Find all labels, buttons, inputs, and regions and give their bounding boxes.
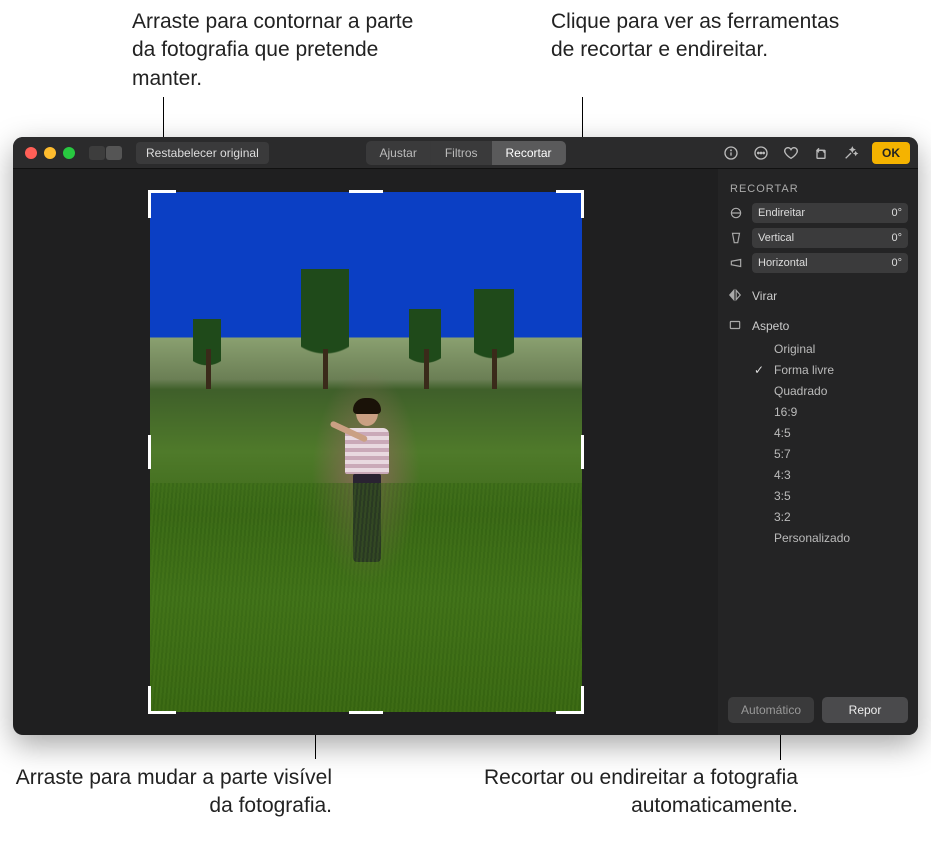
- aspect-freeform[interactable]: ✓Forma livre: [754, 363, 908, 377]
- tab-filters[interactable]: Filtros: [431, 141, 492, 165]
- aspect-text: 16:9: [774, 405, 797, 419]
- aspect-text: 3:5: [774, 489, 791, 503]
- straighten-slider[interactable]: Endireitar 0°: [728, 203, 908, 223]
- flip-icon: [728, 288, 744, 304]
- slider-value: 0°: [891, 257, 902, 269]
- aspect-text: Quadrado: [774, 384, 827, 398]
- photo-detail: [150, 483, 582, 712]
- aspect-text: Original: [774, 342, 815, 356]
- aspect-16-9[interactable]: ✓16:9: [754, 405, 908, 419]
- crop-panel: RECORTAR Endireitar 0° Vertical 0° Horizon…: [718, 169, 918, 735]
- auto-enhance-icon[interactable]: [842, 144, 860, 162]
- aspect-4-3[interactable]: ✓4:3: [754, 468, 908, 482]
- rotate-icon[interactable]: [812, 144, 830, 162]
- aspect-text: 4:3: [774, 468, 791, 482]
- aspect-3-2[interactable]: ✓3:2: [754, 510, 908, 524]
- photo-detail: [193, 319, 221, 379]
- aspect-4-5[interactable]: ✓4:5: [754, 426, 908, 440]
- callout-top-left: Arraste para contornar a parte da fotogr…: [132, 8, 432, 93]
- app-window: Restabelecer original Ajustar Filtros Re…: [13, 137, 918, 735]
- close-icon[interactable]: [25, 147, 37, 159]
- vertical-slider[interactable]: Vertical 0°: [728, 228, 908, 248]
- photo-detail: [474, 289, 514, 379]
- slider-label: Horizontal: [758, 257, 808, 269]
- reset-crop-button[interactable]: Repor: [822, 697, 908, 723]
- info-icon[interactable]: [722, 144, 740, 162]
- crop-handle-tr[interactable]: [556, 190, 584, 218]
- callout-bottom-right: Recortar ou endireitar a fotografia auto…: [378, 764, 798, 821]
- crop-handle-left[interactable]: [148, 435, 151, 469]
- aspect-header: Aspeto: [728, 318, 908, 334]
- auto-crop-button[interactable]: Automático: [728, 697, 814, 723]
- revert-to-original-button[interactable]: Restabelecer original: [136, 142, 269, 164]
- straighten-icon: [728, 205, 744, 221]
- minimize-icon[interactable]: [44, 147, 56, 159]
- aspect-text: 4:5: [774, 426, 791, 440]
- edit-mode-tabs: Ajustar Filtros Recortar: [365, 141, 565, 165]
- callout-top-right: Clique para ver as ferramentas de recort…: [551, 8, 851, 65]
- aspect-text: 5:7: [774, 447, 791, 461]
- crop-handle-right[interactable]: [581, 435, 584, 469]
- aspect-text: Forma livre: [774, 363, 834, 377]
- photo-preview[interactable]: [150, 192, 582, 712]
- callout-bottom-left: Arraste para mudar a parte visível da fo…: [12, 764, 332, 821]
- panel-title: RECORTAR: [730, 183, 908, 195]
- window-controls: [25, 147, 75, 159]
- horizontal-perspective-icon: [728, 255, 744, 271]
- aspect-label: Aspeto: [752, 319, 789, 333]
- aspect-5-7[interactable]: ✓5:7: [754, 447, 908, 461]
- slider-value: 0°: [891, 207, 902, 219]
- flip-button[interactable]: Virar: [728, 288, 908, 304]
- aspect-list: ✓Original ✓Forma livre ✓Quadrado ✓16:9 ✓…: [754, 342, 908, 545]
- titlebar-right-icons: OK: [722, 142, 910, 164]
- crop-handle-top[interactable]: [349, 190, 383, 193]
- slider-label: Vertical: [758, 232, 794, 244]
- crop-handle-br[interactable]: [556, 686, 584, 714]
- more-icon[interactable]: [752, 144, 770, 162]
- aspect-3-5[interactable]: ✓3:5: [754, 489, 908, 503]
- canvas-area: [13, 169, 718, 735]
- done-button[interactable]: OK: [872, 142, 910, 164]
- crop-handle-bl[interactable]: [148, 686, 176, 714]
- aspect-original[interactable]: ✓Original: [754, 342, 908, 356]
- flip-label: Virar: [752, 289, 777, 303]
- aspect-square[interactable]: ✓Quadrado: [754, 384, 908, 398]
- aspect-text: Personalizado: [774, 531, 850, 545]
- slider-label: Endireitar: [758, 207, 805, 219]
- panel-footer: Automático Repor: [728, 697, 908, 723]
- tab-adjust[interactable]: Ajustar: [365, 141, 430, 165]
- photo-detail: [409, 309, 441, 379]
- crop-handle-bottom[interactable]: [349, 711, 383, 714]
- tab-crop[interactable]: Recortar: [492, 141, 566, 165]
- aspect-text: 3:2: [774, 510, 791, 524]
- crop-frame[interactable]: [150, 192, 582, 712]
- vertical-perspective-icon: [728, 230, 744, 246]
- slider-value: 0°: [891, 232, 902, 244]
- fullscreen-icon[interactable]: [63, 147, 75, 159]
- photo-detail: [301, 269, 349, 379]
- titlebar: Restabelecer original Ajustar Filtros Re…: [13, 137, 918, 169]
- aspect-icon: [728, 318, 744, 334]
- horizontal-slider[interactable]: Horizontal 0°: [728, 253, 908, 273]
- crop-handle-tl[interactable]: [148, 190, 176, 218]
- favorite-icon[interactable]: [782, 144, 800, 162]
- aspect-custom[interactable]: ✓Personalizado: [754, 531, 908, 545]
- thumbnail-toggle[interactable]: [89, 146, 122, 160]
